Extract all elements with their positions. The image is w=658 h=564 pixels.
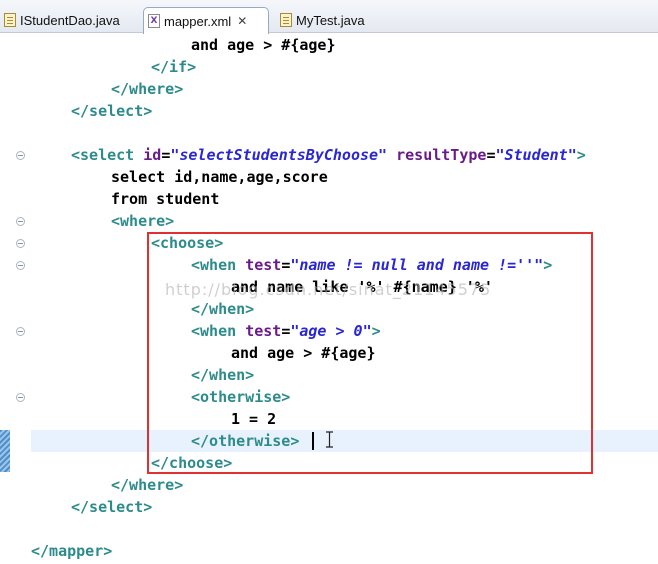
highlight-box — [147, 232, 593, 474]
fold-icon[interactable] — [16, 217, 25, 226]
code-line: </select> — [71, 498, 153, 516]
code-line: </select> — [71, 102, 153, 120]
java-file-icon — [4, 13, 16, 27]
editor-tab-bar: IStudentDao.java X mapper.xml ✕ MyTest.j… — [0, 0, 658, 34]
watermark: http://blog.csdn.net/sinat_21145575 — [165, 280, 492, 299]
tab-istudentdao[interactable]: IStudentDao.java — [0, 7, 136, 33]
code-line: and age > #{age} — [191, 36, 336, 54]
code-line: select id,name,age,score — [111, 168, 328, 186]
code-editor[interactable]: and age > #{age} </if> </where> </select… — [0, 33, 658, 564]
code-line: </mapper> — [31, 542, 113, 560]
fold-icon[interactable] — [16, 151, 25, 160]
tab-label: mapper.xml — [164, 13, 232, 29]
fold-icon[interactable] — [16, 393, 25, 402]
xml-file-icon: X — [148, 14, 160, 28]
code-line: from student — [111, 190, 220, 208]
tab-mytest[interactable]: MyTest.java — [276, 7, 394, 33]
code-line: </where> — [111, 80, 184, 98]
code-line: </where> — [111, 476, 184, 494]
java-file-icon — [280, 13, 292, 27]
text-cursor-icon — [326, 431, 333, 448]
fold-icon[interactable] — [16, 327, 25, 336]
code-line: <select id="selectStudentsByChoose" resu… — [71, 146, 586, 164]
text-caret — [312, 432, 314, 450]
tab-label: IStudentDao.java — [20, 12, 120, 28]
change-marker — [0, 430, 10, 472]
code-line: </if> — [151, 58, 197, 76]
code-line: <where> — [111, 212, 175, 230]
fold-icon[interactable] — [16, 261, 25, 270]
fold-icon[interactable] — [16, 239, 25, 248]
tab-label: MyTest.java — [296, 12, 365, 28]
tab-mapper-xml[interactable]: X mapper.xml ✕ — [143, 7, 269, 34]
close-icon[interactable]: ✕ — [237, 14, 247, 28]
